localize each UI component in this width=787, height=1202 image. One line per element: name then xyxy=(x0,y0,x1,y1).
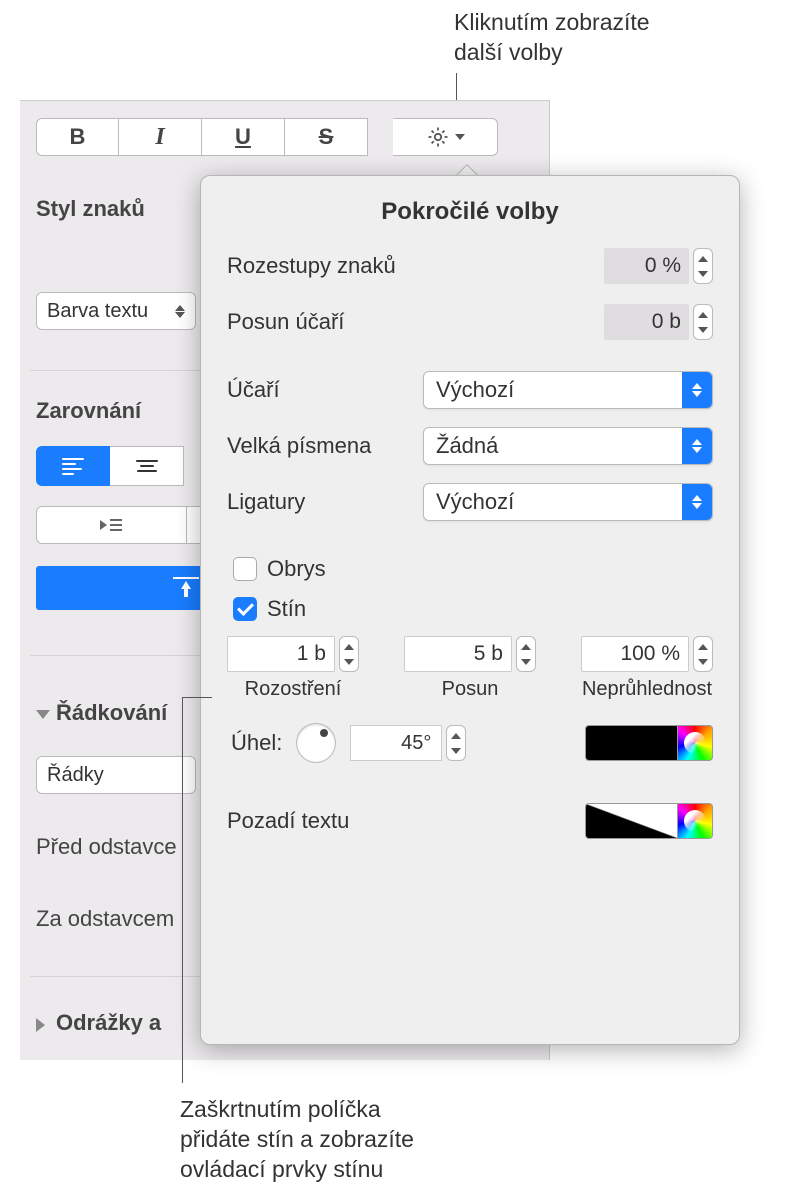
callout-top-text: Kliknutím zobrazítedalší volby xyxy=(454,9,650,65)
text-color-label: Barva textu xyxy=(47,300,148,323)
align-center-icon xyxy=(136,460,158,472)
ligatures-row: Ligatury Výchozí xyxy=(227,482,713,522)
outline-checkbox[interactable] xyxy=(233,557,257,581)
outline-label: Obrys xyxy=(267,556,326,582)
disclosure-icon[interactable] xyxy=(36,710,50,719)
shadow-blur-label: Rozostření xyxy=(245,678,342,701)
angle-value[interactable]: 45° xyxy=(350,725,442,761)
baseline-shift-stepper[interactable]: 0 b xyxy=(604,304,713,340)
baseline-choice: Výchozí xyxy=(436,377,514,403)
disclosure-icon[interactable] xyxy=(36,1018,45,1032)
advanced-options-popover: Pokročilé volby Rozestupy znaků 0 % Posu… xyxy=(200,175,740,1045)
chevron-down-icon xyxy=(455,134,465,140)
alignment-segmented xyxy=(36,446,184,486)
tracking-label: Rozestupy znaků xyxy=(227,253,604,279)
stepper-icon[interactable] xyxy=(339,636,359,672)
shadow-color-well[interactable] xyxy=(585,725,713,761)
shadow-angle-row: Úhel: 45° xyxy=(227,723,713,763)
align-left-icon xyxy=(62,458,84,475)
stepper-icon[interactable] xyxy=(693,304,713,340)
callout-line xyxy=(182,697,183,1083)
tracking-value[interactable]: 0 % xyxy=(604,248,689,284)
align-left-button[interactable] xyxy=(36,446,110,486)
before-para-label: Před odstavce xyxy=(36,834,177,860)
shadow-offset-label: Posun xyxy=(442,678,499,701)
stepper-icon[interactable] xyxy=(446,725,466,761)
color-swatch[interactable] xyxy=(585,725,677,761)
color-picker-icon[interactable] xyxy=(677,725,713,761)
shadow-blur-group: 1 b Rozostření xyxy=(227,636,359,701)
baseline-select[interactable]: Výchozí xyxy=(423,371,713,409)
tracking-row: Rozestupy znaků 0 % xyxy=(227,246,713,286)
stepper-icon[interactable] xyxy=(693,248,713,284)
bold-button[interactable]: B xyxy=(36,118,119,156)
align-top-icon xyxy=(173,577,199,599)
after-para-label: Za odstavcem xyxy=(36,906,174,932)
outdent-icon xyxy=(98,516,124,534)
text-style-toolbar: B I U S xyxy=(36,118,498,156)
advanced-options-button[interactable] xyxy=(393,118,498,156)
stepper-icon[interactable] xyxy=(516,636,536,672)
caps-row: Velká písmena Žádná xyxy=(227,426,713,466)
align-center-button[interactable] xyxy=(110,446,184,486)
underline-label: U xyxy=(235,124,251,150)
baseline-shift-value[interactable]: 0 b xyxy=(604,304,689,340)
angle-stepper[interactable]: 45° xyxy=(350,725,466,761)
shadow-blur-value[interactable]: 1 b xyxy=(227,636,335,672)
shadow-offset-group: 5 b Posun xyxy=(404,636,536,701)
shadow-offset-value[interactable]: 5 b xyxy=(404,636,512,672)
angle-dial[interactable] xyxy=(296,723,336,763)
decrease-indent-button[interactable] xyxy=(36,506,187,544)
caps-select[interactable]: Žádná xyxy=(423,427,713,465)
baseline-row: Účaří Výchozí xyxy=(227,370,713,410)
color-picker-icon[interactable] xyxy=(677,803,713,839)
shadow-checkbox[interactable] xyxy=(233,597,257,621)
shadow-checkbox-row: Stín xyxy=(233,596,713,622)
spacing-heading: Řádkování xyxy=(56,700,167,726)
text-background-label: Pozadí textu xyxy=(227,808,585,834)
ligatures-select[interactable]: Výchozí xyxy=(423,483,713,521)
baseline-shift-row: Posun účaří 0 b xyxy=(227,302,713,342)
callout-top: Kliknutím zobrazítedalší volby xyxy=(454,8,650,68)
stepper-icon[interactable] xyxy=(693,636,713,672)
ligatures-choice: Výchozí xyxy=(436,489,514,515)
text-background-color-well[interactable] xyxy=(585,803,713,839)
bullets-heading: Odrážky a xyxy=(56,1010,161,1036)
gear-icon xyxy=(426,125,450,149)
caps-label: Velká písmena xyxy=(227,433,423,459)
callout-bottom-text: Zaškrtnutím políčkapřidáte stín a zobraz… xyxy=(180,1096,414,1182)
outline-checkbox-row: Obrys xyxy=(233,556,713,582)
char-style-heading: Styl znaků xyxy=(36,196,145,222)
callout-bottom: Zaškrtnutím políčkapřidáte stín a zobraz… xyxy=(180,1095,414,1185)
alignment-heading: Zarovnání xyxy=(36,398,141,424)
shadow-opacity-group: 100 % Neprůhlednost xyxy=(581,636,713,701)
baseline-shift-label: Posun účaří xyxy=(227,309,604,335)
caps-choice: Žádná xyxy=(436,433,498,459)
color-swatch[interactable] xyxy=(585,803,677,839)
underline-button[interactable]: U xyxy=(202,118,285,156)
shadow-label: Stín xyxy=(267,596,306,622)
text-color-popup[interactable]: Barva textu xyxy=(36,292,196,330)
strike-label: S xyxy=(319,124,334,150)
lines-label: Řádky xyxy=(47,764,104,787)
line-spacing-popup[interactable]: Řádky xyxy=(36,756,196,794)
angle-label: Úhel: xyxy=(231,730,282,756)
bold-label: B xyxy=(70,124,86,150)
shadow-opacity-value[interactable]: 100 % xyxy=(581,636,689,672)
shadow-controls-row: 1 b Rozostření 5 b Posun 100 % Neprůhled… xyxy=(227,636,713,701)
italic-button[interactable]: I xyxy=(119,118,202,156)
popover-title: Pokročilé volby xyxy=(227,198,713,226)
italic-label: I xyxy=(155,124,164,151)
tracking-stepper[interactable]: 0 % xyxy=(604,248,713,284)
baseline-label: Účaří xyxy=(227,377,423,403)
shadow-opacity-label: Neprůhlednost xyxy=(582,678,712,701)
text-background-row: Pozadí textu xyxy=(227,801,713,841)
ligatures-label: Ligatury xyxy=(227,489,423,515)
strikethrough-button[interactable]: S xyxy=(285,118,368,156)
